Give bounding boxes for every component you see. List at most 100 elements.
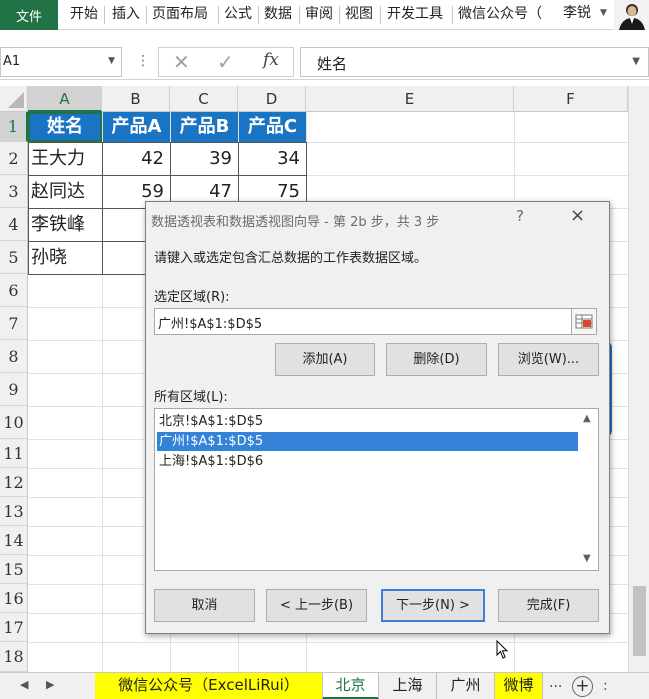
back-button[interactable]: < 上一步(B) — [266, 589, 367, 622]
row-header[interactable]: 13 — [0, 497, 28, 526]
collapse-dialog-button[interactable] — [571, 308, 597, 335]
column-header-d[interactable]: D — [238, 86, 306, 112]
add-button[interactable]: 添加(A) — [275, 343, 375, 376]
tab-divider — [218, 6, 219, 24]
chevron-down-icon[interactable]: ▼ — [583, 553, 591, 564]
sheet-tab-shanghai[interactable]: 上海 — [379, 673, 437, 699]
formula-controls: ✕ ✓ fx — [158, 47, 294, 77]
name-box[interactable]: A1 ▼ — [0, 47, 122, 77]
row-header[interactable]: 5 — [0, 241, 28, 274]
tab-formulas[interactable]: 公式 — [224, 0, 252, 30]
row-header[interactable]: 16 — [0, 584, 28, 613]
scroll-tabs-right-icon[interactable]: ▶ — [46, 678, 54, 691]
chevron-down-icon[interactable]: ▼ — [600, 0, 607, 30]
more-tabs-button[interactable]: ... — [549, 675, 562, 691]
tab-review[interactable]: 审阅 — [305, 0, 333, 30]
tab-home[interactable]: 开始 — [70, 0, 98, 30]
avatar[interactable] — [614, 0, 649, 30]
select-all-corner[interactable] — [0, 86, 28, 112]
delete-button[interactable]: 删除(D) — [386, 343, 487, 376]
row-header[interactable]: 6 — [0, 274, 28, 307]
chevron-down-icon[interactable]: ▼ — [108, 56, 115, 66]
row-header[interactable]: 12 — [0, 468, 28, 497]
sheet-tab-beijing[interactable]: 北京 — [323, 673, 379, 699]
table-cell[interactable]: 39 — [170, 142, 238, 175]
select-all-icon — [8, 92, 24, 108]
row-header[interactable]: 10 — [0, 406, 28, 439]
user-name[interactable]: 李锐 — [563, 0, 591, 30]
formula-value: 姓名 — [317, 55, 348, 73]
table-header-cell[interactable]: 产品B — [171, 112, 238, 142]
vertical-scrollbar[interactable] — [628, 86, 649, 672]
all-ranges-list[interactable]: 北京!$A$1:$D$5 广州!$A$1:$D$5 上海!$A$1:$D$6 ▲… — [154, 408, 599, 571]
check-icon[interactable]: ✓ — [217, 50, 234, 74]
active-cell-selection — [28, 112, 102, 142]
tab-file[interactable]: 文件 — [0, 0, 58, 30]
row-header[interactable]: 4 — [0, 208, 28, 241]
help-button[interactable]: ? — [516, 207, 524, 225]
row-header[interactable]: 11 — [0, 439, 28, 468]
list-item[interactable]: 北京!$A$1:$D$5 — [157, 412, 578, 431]
sheet-tab-bar: ◀ ▶ 微信公众号（ExcelLiRui） 北京 上海 广州 微博 ... + … — [0, 672, 649, 699]
row-header[interactable]: 14 — [0, 526, 28, 555]
tab-divider — [104, 6, 105, 24]
tab-data[interactable]: 数据 — [264, 0, 292, 30]
table-cell[interactable]: 孙晓 — [28, 241, 102, 274]
list-scrollbar[interactable]: ▲ ▼ — [579, 409, 599, 570]
column-header-f[interactable]: F — [514, 86, 628, 112]
table-header-cell[interactable]: 产品C — [239, 112, 306, 142]
split-handle[interactable]: : — [603, 678, 608, 694]
chevron-up-icon[interactable]: ▲ — [583, 413, 591, 424]
table-cell[interactable]: 李铁峰 — [28, 208, 102, 241]
scrollbar-thumb[interactable] — [633, 586, 646, 656]
table-cell[interactable]: 34 — [238, 142, 306, 175]
cancel-icon[interactable]: ✕ — [173, 50, 190, 74]
close-button[interactable]: × — [570, 205, 585, 226]
row-header[interactable]: 15 — [0, 555, 28, 584]
list-item[interactable]: 上海!$A$1:$D$6 — [157, 452, 578, 471]
cancel-button[interactable]: 取消 — [154, 589, 255, 622]
column-header-b[interactable]: B — [102, 86, 170, 112]
row-header[interactable]: 17 — [0, 613, 28, 642]
column-header-a[interactable]: A — [28, 86, 102, 112]
tab-developer[interactable]: 开发工具 — [387, 0, 443, 30]
tab-insert[interactable]: 插入 — [112, 0, 140, 30]
column-header-c[interactable]: C — [170, 86, 238, 112]
insert-function-icon[interactable]: fx — [263, 50, 279, 70]
tab-wechat[interactable]: 微信公众号（ — [458, 0, 542, 30]
tab-view[interactable]: 视图 — [345, 0, 373, 30]
scroll-tabs-left-icon[interactable]: ◀ — [20, 678, 28, 691]
row-header[interactable]: 3 — [0, 175, 28, 208]
row-header[interactable]: 2 — [0, 142, 28, 175]
sheet-tab-guangzhou[interactable]: 广州 — [437, 673, 495, 699]
tab-divider — [146, 6, 147, 24]
sheet-tab-wechat[interactable]: 微信公众号（ExcelLiRui） — [95, 673, 323, 699]
sheet-tab-weibo[interactable]: 微博 — [495, 673, 543, 699]
tab-page-layout[interactable]: 页面布局 — [152, 0, 208, 30]
gridline — [28, 642, 628, 643]
browse-button[interactable]: 浏览(W)... — [498, 343, 599, 376]
table-cell[interactable]: 42 — [102, 142, 170, 175]
row-header[interactable]: 9 — [0, 373, 28, 406]
row-header[interactable]: 18 — [0, 642, 28, 672]
more-vertical-icon[interactable]: ⋮ — [136, 53, 150, 69]
chevron-down-icon[interactable]: ▼ — [632, 56, 640, 67]
table-header-cell[interactable]: 产品A — [103, 112, 170, 142]
table-cell[interactable]: 王大力 — [28, 142, 102, 175]
tab-divider — [258, 6, 259, 24]
row-header[interactable]: 8 — [0, 340, 28, 373]
all-ranges-label: 所有区域(L): — [154, 390, 228, 405]
row-header[interactable]: 7 — [0, 307, 28, 340]
next-button[interactable]: 下一步(N) > — [381, 589, 485, 622]
range-input[interactable]: 广州!$A$1:$D$5 — [154, 308, 572, 335]
finish-button[interactable]: 完成(F) — [498, 589, 599, 622]
column-header-e[interactable]: E — [306, 86, 514, 112]
list-item-selected[interactable]: 广州!$A$1:$D$5 — [157, 432, 578, 451]
mouse-cursor-icon — [496, 639, 510, 664]
person-icon — [614, 0, 649, 30]
add-sheet-button[interactable]: + — [572, 676, 593, 697]
formula-input[interactable]: 姓名 ▼ — [300, 47, 649, 77]
dialog-instruction: 请键入或选定包含汇总数据的工作表数据区域。 — [154, 251, 428, 266]
table-cell[interactable]: 赵同达 — [28, 175, 102, 208]
row-header[interactable]: 1 — [0, 112, 28, 142]
